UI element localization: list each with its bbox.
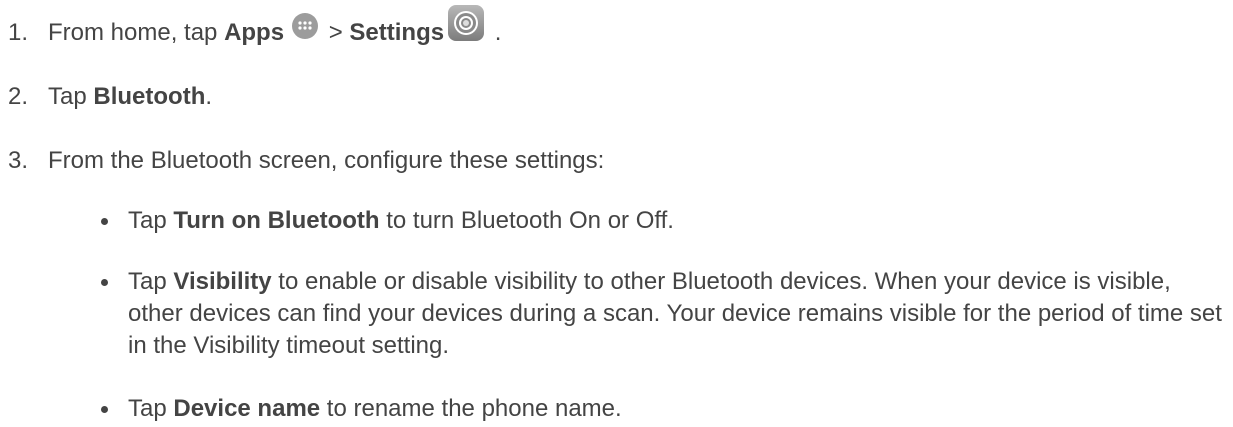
separator-text: > (322, 19, 350, 46)
bullet-device-name: Tap Device name to rename the phone name… (101, 393, 1231, 425)
settings-label: Settings (349, 19, 445, 46)
bullet-description: to rename the phone name. (320, 395, 622, 422)
apps-label: Apps (224, 19, 285, 46)
step-end-text: . (488, 19, 502, 46)
apps-grid-icon (292, 13, 319, 39)
step-3: 3. From the Bluetooth screen, configure t… (8, 145, 604, 177)
step-number: 2. (8, 83, 29, 110)
step-text: Tap (48, 83, 94, 110)
bullet-text: Tap Visibility to enable or disable visi… (101, 266, 1231, 362)
step-number: 1. (8, 19, 29, 46)
step-end-text: . (205, 83, 213, 110)
bullet-text: Tap Turn on Bluetooth to turn Bluetooth … (101, 205, 1231, 237)
bullet-description: to turn Bluetooth On or Off. (379, 207, 674, 234)
turn-on-bluetooth-label: Turn on Bluetooth (173, 207, 380, 234)
step-1: 1. From home, tap Apps > Settings . (8, 5, 502, 49)
bullet-dot (101, 279, 108, 286)
step-number: 3. (8, 147, 29, 174)
bullet-prefix: Tap (128, 395, 174, 422)
bullet-dot (101, 218, 108, 225)
bullet-turn-on-bluetooth: Tap Turn on Bluetooth to turn Bluetooth … (101, 205, 1231, 237)
device-name-label: Device name (173, 395, 321, 422)
bullet-prefix: Tap (128, 207, 174, 234)
bullet-description: to enable or disable visibility to other… (128, 268, 1222, 359)
bullet-visibility: Tap Visibility to enable or disable visi… (101, 266, 1231, 362)
step-2: 2. Tap Bluetooth. (8, 81, 212, 113)
visibility-label: Visibility (173, 268, 272, 295)
settings-gear-icon (448, 5, 485, 41)
bluetooth-label: Bluetooth (93, 83, 206, 110)
bullet-prefix: Tap (128, 268, 174, 295)
bullet-dot (101, 406, 108, 413)
step-text: From home, tap (48, 19, 225, 46)
step-text: From the Bluetooth screen, configure the… (48, 147, 605, 174)
bullet-text: Tap Device name to rename the phone name… (101, 393, 1231, 425)
